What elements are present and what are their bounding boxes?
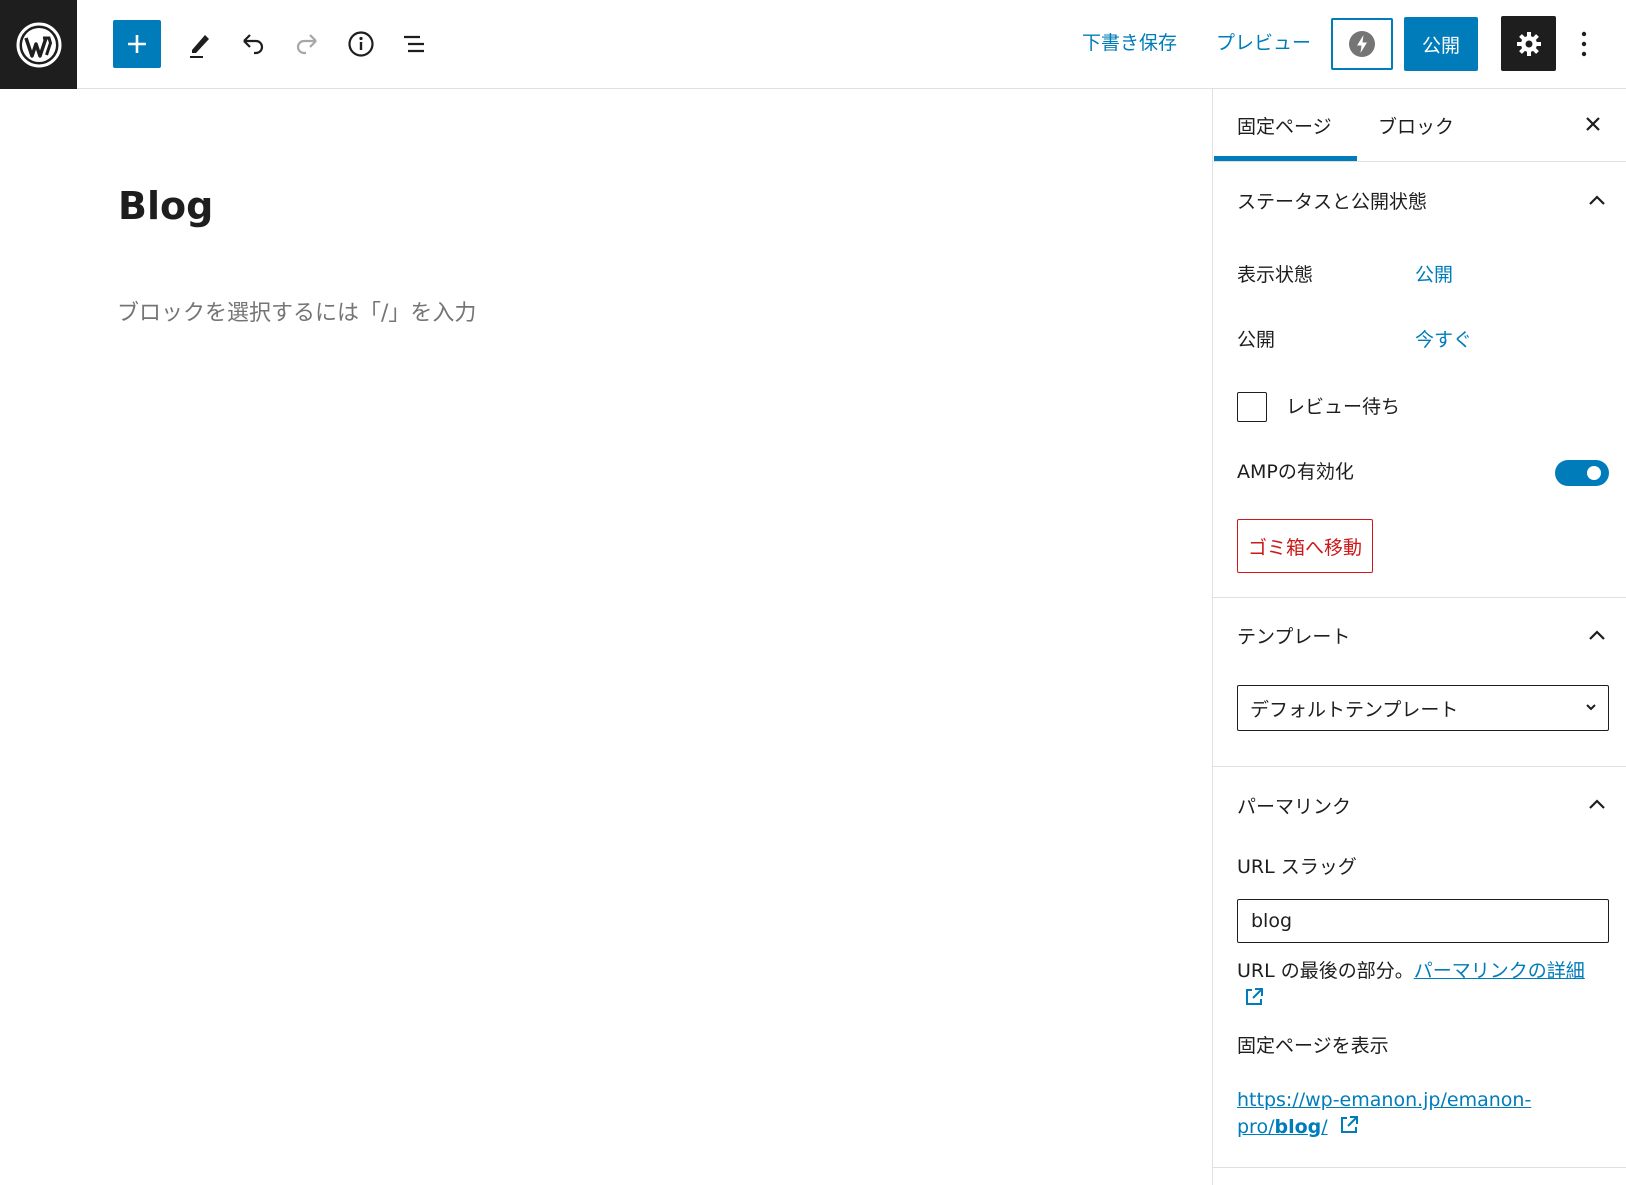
redo-button[interactable] — [283, 20, 331, 68]
close-icon — [1586, 117, 1600, 131]
panel-divider — [1213, 766, 1626, 767]
amp-button[interactable] — [1331, 18, 1393, 70]
amp-toggle[interactable] — [1555, 460, 1609, 486]
view-page-label: 固定ページを表示 — [1237, 1035, 1389, 1057]
gear-icon — [1516, 31, 1541, 56]
details-button[interactable] — [337, 20, 385, 68]
view-page-url-slug[interactable]: blog — [1274, 1116, 1321, 1138]
chevron-up-icon[interactable] — [1587, 190, 1607, 210]
template-select-value: デフォルトテンプレート — [1250, 698, 1459, 721]
template-select[interactable]: デフォルトテンプレート — [1237, 685, 1609, 731]
list-view-button[interactable] — [391, 20, 439, 68]
add-block-button[interactable] — [113, 20, 161, 68]
permalink-details-link[interactable]: パーマリンクの詳細 — [1414, 960, 1585, 982]
sidebar-tabs: 固定ページ ブロック — [1213, 89, 1626, 162]
list-view-icon — [404, 35, 424, 53]
chevron-down-icon — [1586, 704, 1596, 711]
url-slug-input[interactable]: blog — [1237, 899, 1609, 943]
options-button[interactable] — [1572, 20, 1596, 68]
plus-icon — [128, 35, 146, 53]
settings-sidebar: 固定ページ ブロック ステータスと公開状態 表示状態 公開 公開 今すぐ レビュ… — [1212, 89, 1626, 1185]
preview-button[interactable]: プレビュー — [1216, 28, 1311, 55]
publish-date-toggle[interactable]: 今すぐ — [1415, 325, 1472, 352]
chevron-up-icon[interactable] — [1587, 625, 1607, 645]
external-link-icon — [1340, 1116, 1358, 1133]
chevron-up-icon[interactable] — [1587, 794, 1607, 814]
publish-button[interactable]: 公開 — [1404, 17, 1478, 71]
settings-button[interactable] — [1501, 16, 1556, 71]
template-panel-title[interactable]: テンプレート — [1237, 622, 1350, 649]
permalink-help-text: URL の最後の部分。 — [1237, 960, 1414, 982]
permalink-help: URL の最後の部分。パーマリンクの詳細 — [1237, 957, 1609, 1013]
active-tab-indicator — [1214, 156, 1357, 161]
visibility-label: 表示状態 — [1237, 264, 1314, 286]
tools-button[interactable] — [176, 20, 224, 68]
undo-button[interactable] — [229, 20, 277, 68]
save-draft-button[interactable]: 下書き保存 — [1082, 28, 1177, 55]
publish-label: 公開 — [1237, 329, 1276, 351]
post-title[interactable]: Blog — [118, 184, 213, 228]
more-vertical-icon — [1581, 31, 1587, 57]
editor-header: 下書き保存 プレビュー 公開 — [0, 0, 1626, 89]
view-page-link[interactable]: https://wp-emanon.jp/emanon-pro/blog/ — [1237, 1087, 1537, 1141]
panel-divider — [1213, 1167, 1626, 1168]
url-slug-label: URL スラッグ — [1237, 856, 1357, 878]
amp-lightning-icon — [1349, 31, 1375, 57]
tab-block[interactable]: ブロック — [1378, 112, 1454, 139]
redo-icon — [296, 34, 317, 55]
amp-label: AMPの有効化 — [1237, 461, 1354, 483]
editor-canvas: Blog ブロックを選択するには「/」を入力 — [0, 89, 1212, 1185]
block-appender-placeholder[interactable]: ブロックを選択するには「/」を入力 — [117, 295, 476, 327]
move-to-trash-button[interactable]: ゴミ箱へ移動 — [1237, 519, 1373, 573]
pending-review-checkbox[interactable] — [1237, 392, 1267, 422]
wordpress-logo-icon[interactable] — [0, 0, 77, 89]
pencil-icon — [190, 35, 209, 58]
permalink-panel-title[interactable]: パーマリンク — [1237, 792, 1351, 819]
panel-divider — [1213, 597, 1626, 598]
tab-page[interactable]: 固定ページ — [1237, 112, 1332, 139]
status-panel-title[interactable]: ステータスと公開状態 — [1237, 187, 1427, 214]
info-icon — [348, 31, 374, 57]
close-sidebar-button[interactable] — [1578, 109, 1608, 139]
view-page-url-suffix[interactable]: / — [1321, 1116, 1327, 1138]
visibility-toggle[interactable]: 公開 — [1415, 260, 1453, 287]
toggle-knob — [1587, 466, 1601, 480]
external-link-icon[interactable] — [1243, 986, 1265, 1008]
undo-icon — [243, 34, 264, 55]
pending-review-label[interactable]: レビュー待ち — [1286, 392, 1400, 419]
url-slug-value: blog — [1251, 910, 1293, 932]
